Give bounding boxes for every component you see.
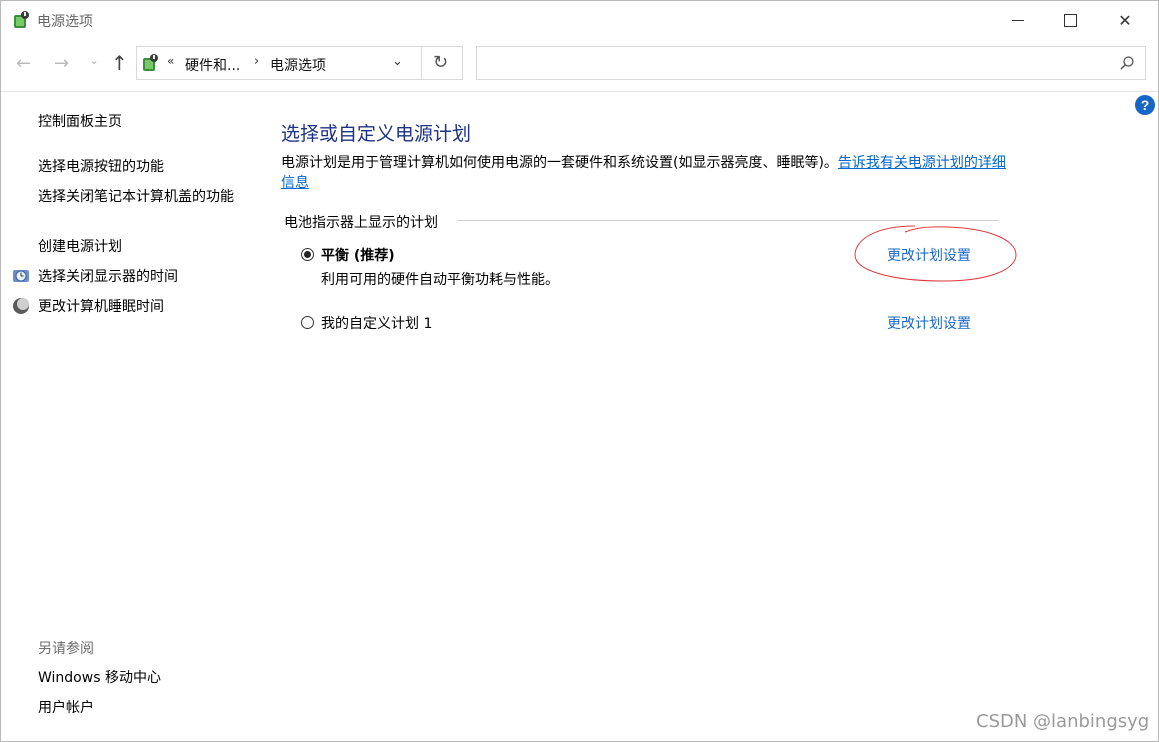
control-panel-icon: [143, 54, 158, 71]
navbar-separator: [1, 91, 1158, 92]
window-title: 电源选项: [37, 14, 93, 30]
search-box[interactable]: [476, 46, 1146, 80]
power-options-window: 电源选项 ✕ ← → ⌄ ↑ « 硬件和... › 电源选项 ⌄ ↻ ? 控制面…: [0, 0, 1159, 742]
minimize-button[interactable]: [994, 1, 1042, 39]
back-arrow-icon[interactable]: ←: [16, 53, 31, 74]
change-sleep-time-link[interactable]: 更改计算机睡眠时间: [38, 297, 164, 317]
see-also-heading: 另请参阅: [38, 641, 94, 657]
choose-display-off-time-link[interactable]: 选择关闭显示器的时间: [38, 267, 178, 287]
choose-lid-close-link[interactable]: 选择关闭笔记本计算机盖的功能: [38, 187, 238, 207]
red-ellipse-annotation: [854, 225, 1017, 282]
user-accounts-link[interactable]: 用户帐户: [38, 698, 94, 718]
page-description: 电源计划是用于管理计算机如何使用电源的一套硬件和系统设置(如显示器亮度、睡眠等)…: [281, 153, 1011, 193]
custom-plan-radio[interactable]: [301, 316, 314, 329]
custom-plan-change-settings-link[interactable]: 更改计划设置: [887, 313, 971, 333]
balanced-plan-radio[interactable]: [301, 248, 314, 261]
display-timer-icon: [13, 270, 29, 282]
custom-plan-name[interactable]: 我的自定义计划 1: [321, 313, 432, 333]
minimize-icon: [1012, 19, 1024, 21]
address-divider: [421, 47, 422, 79]
title-bar: 电源选项 ✕: [1, 1, 1158, 39]
balanced-plan-description: 利用可用的硬件自动平衡功耗与性能。: [321, 272, 559, 288]
power-options-icon: [14, 11, 29, 28]
sleep-moon-icon: [13, 298, 29, 314]
watermark: CSDN @lanbingsyg: [976, 711, 1150, 732]
balanced-plan-name[interactable]: 平衡 (推荐): [321, 245, 395, 265]
choose-power-buttons-link[interactable]: 选择电源按钮的功能: [38, 157, 164, 177]
description-text: 电源计划是用于管理计算机如何使用电源的一套硬件和系统设置(如显示器亮度、睡眠等)…: [281, 155, 838, 171]
windows-mobility-center-link[interactable]: Windows 移动中心: [38, 668, 161, 688]
up-arrow-icon[interactable]: ↑: [111, 51, 128, 75]
breadcrumb-separator-icon[interactable]: ›: [254, 54, 259, 69]
address-bar[interactable]: « 硬件和... › 电源选项 ⌄ ↻: [136, 46, 463, 80]
breadcrumb-hardware[interactable]: 硬件和...: [185, 55, 240, 75]
forward-arrow-icon[interactable]: →: [54, 53, 69, 74]
group-divider: [457, 220, 999, 221]
navigation-bar: ← → ⌄ ↑ « 硬件和... › 电源选项 ⌄ ↻: [1, 39, 1158, 92]
page-title: 选择或自定义电源计划: [281, 123, 472, 145]
breadcrumb-overflow-icon[interactable]: «: [167, 54, 174, 68]
refresh-icon[interactable]: ↻: [433, 52, 448, 73]
breadcrumb-power-options[interactable]: 电源选项: [270, 55, 326, 75]
plan-group-label: 电池指示器上显示的计划: [284, 215, 438, 231]
control-panel-home-link[interactable]: 控制面板主页: [38, 112, 122, 132]
maximize-button[interactable]: [1046, 1, 1094, 39]
close-button[interactable]: ✕: [1101, 1, 1149, 39]
close-icon: ✕: [1118, 10, 1132, 30]
create-power-plan-link[interactable]: 创建电源计划: [38, 237, 122, 257]
recent-locations-chevron-icon[interactable]: ⌄: [89, 53, 99, 67]
search-icon[interactable]: [1119, 55, 1135, 71]
maximize-icon: [1063, 13, 1077, 27]
address-dropdown-icon[interactable]: ⌄: [392, 54, 403, 69]
help-icon[interactable]: ?: [1135, 95, 1155, 115]
